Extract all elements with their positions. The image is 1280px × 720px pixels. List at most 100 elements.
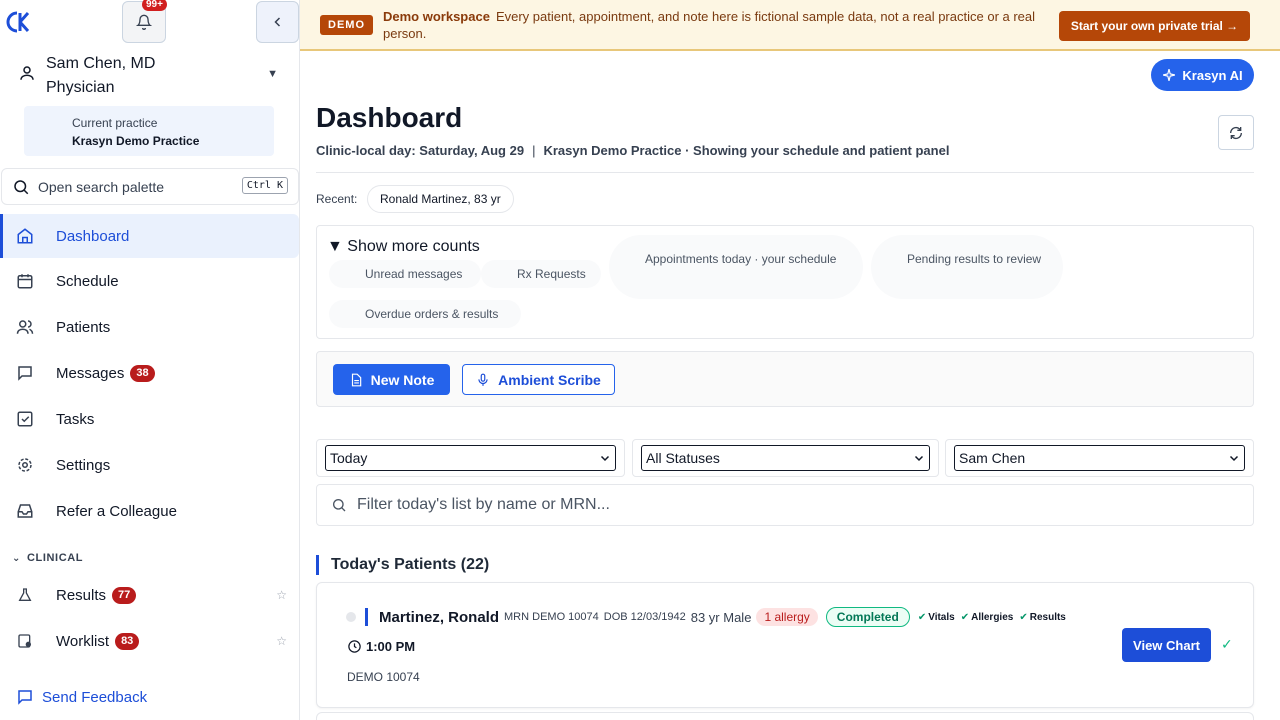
pending-results-count[interactable]: Pending results to review: [871, 235, 1063, 299]
users-icon: [16, 318, 34, 336]
check-label: Results: [1029, 611, 1066, 623]
collapse-sidebar-button[interactable]: [256, 1, 299, 43]
new-note-button[interactable]: New Note: [333, 364, 450, 395]
search-palette-button[interactable]: Open search palette Ctrl K: [1, 168, 299, 205]
vitals-check: ✔ Vitals: [918, 612, 955, 623]
filter-placeholder: Filter today's list by name or MRN...: [357, 496, 610, 513]
rx-requests-count[interactable]: Rx Requests: [481, 260, 601, 288]
krasyn-logo-icon[interactable]: [6, 10, 30, 34]
provider-filter: Sam Chen: [945, 439, 1254, 477]
page-title: Dashboard: [316, 102, 463, 133]
patient-demographics: 83 yr Male: [690, 609, 752, 625]
results-check: ✔ Results: [1019, 612, 1066, 623]
todays-patients-heading: Today's Patients (22): [316, 555, 489, 575]
nav-item-tasks[interactable]: Tasks: [0, 396, 299, 442]
document-icon: [351, 373, 361, 386]
check-icon: ✓: [1221, 636, 1233, 652]
status-filter: All Statuses: [632, 439, 939, 477]
nav-item-patients[interactable]: Patients: [0, 304, 299, 350]
nav-label: Dashboard: [56, 227, 130, 245]
status-badge: Completed: [825, 607, 910, 627]
chevron-left-icon: [273, 17, 280, 27]
status-select-value: All Statuses: [646, 450, 720, 466]
worklist-count-badge: 83: [115, 632, 140, 650]
patient-card[interactable]: Martinez, Ronald MRN DEMO 10074 DOB 12/0…: [316, 582, 1254, 708]
date-select-value: Today: [330, 450, 368, 466]
feedback-label: Send Feedback: [42, 688, 148, 706]
sparkle-icon: [1163, 69, 1176, 81]
chevron-down-icon: [914, 455, 924, 462]
star-icon[interactable]: ☆: [276, 588, 287, 602]
send-feedback-link[interactable]: Send Feedback: [16, 688, 147, 706]
user-icon: [20, 66, 34, 80]
status-select[interactable]: All Statuses: [641, 445, 930, 471]
inbox-icon: [16, 502, 34, 520]
notifications-button[interactable]: 99+: [122, 0, 167, 43]
main-nav: Dashboard Schedule Patients Messages 38 …: [0, 214, 299, 534]
check-label: Vitals: [928, 611, 955, 623]
demo-banner: DEMO Demo workspace Every patient, appoin…: [300, 0, 1280, 51]
check-icon: ✔: [917, 611, 927, 623]
nav-label: Results: [56, 586, 107, 604]
status-dot: [346, 612, 356, 622]
sidebar: 99+ Sam Chen, MD Physician ▼ Current pra…: [0, 0, 300, 720]
recent-label: Recent:: [316, 192, 358, 206]
allergy-badge[interactable]: 1 allergy: [756, 608, 818, 626]
start-trial-button[interactable]: Start your own private trial →: [1059, 11, 1250, 41]
nav-item-settings[interactable]: Settings: [0, 442, 299, 488]
krasyn-ai-button[interactable]: Krasyn AI: [1151, 59, 1254, 91]
nav-item-results[interactable]: Results 77 ☆: [0, 572, 299, 618]
refresh-button[interactable]: [1218, 115, 1254, 150]
ambient-scribe-button[interactable]: Ambient Scribe: [462, 364, 615, 395]
clinical-nav: Results 77 ☆ Worklist 83 ☆: [0, 572, 299, 664]
nav-item-worklist[interactable]: Worklist 83 ☆: [0, 618, 299, 664]
current-practice: Current practice Krasyn Demo Practice: [24, 106, 274, 156]
clock-icon: [348, 640, 361, 653]
appointments-today-count[interactable]: Appointments today · your schedule: [609, 235, 863, 299]
chevron-down-icon: [1229, 455, 1239, 462]
nav-label: Tasks: [56, 410, 95, 428]
provider-select[interactable]: Sam Chen: [954, 445, 1245, 471]
caret-down-icon: ▼: [267, 68, 278, 80]
clinic-day: Clinic-local day: Saturday, Aug 29: [316, 143, 525, 158]
patient-card[interactable]: [316, 712, 1254, 720]
calendar-icon: [16, 272, 34, 290]
nav-item-refer-colleague[interactable]: Refer a Colleague: [0, 488, 299, 534]
patient-filter-input[interactable]: Filter today's list by name or MRN...: [316, 484, 1254, 526]
patient-dob: DOB 12/03/1942: [603, 611, 686, 623]
recent-patient-chip[interactable]: Ronald Martinez, 83 yr: [367, 185, 514, 213]
subtitle-separator: |: [532, 143, 536, 158]
nav-item-dashboard[interactable]: Dashboard: [0, 214, 299, 258]
messages-count-badge: 38: [130, 364, 155, 382]
message-icon: [16, 364, 34, 382]
nav-label: Patients: [56, 318, 111, 336]
notification-count-badge: 99+: [142, 0, 167, 11]
patient-info-line: Martinez, Ronald MRN DEMO 10074 DOB 12/0…: [379, 607, 1072, 627]
patient-mrn: MRN DEMO 10074: [504, 611, 599, 623]
user-role: Physician: [46, 79, 115, 96]
overdue-orders-count[interactable]: Overdue orders & results: [329, 300, 521, 328]
unread-messages-count[interactable]: Unread messages: [329, 260, 481, 288]
shortcut-hint: Ctrl K: [241, 177, 288, 194]
star-icon[interactable]: ☆: [276, 634, 287, 648]
nav-item-schedule[interactable]: Schedule: [0, 258, 299, 304]
section-label: CLINICAL: [26, 552, 84, 564]
nav-item-messages[interactable]: Messages 38: [0, 350, 299, 396]
search-icon: [333, 499, 346, 512]
view-chart-button[interactable]: View Chart: [1122, 628, 1211, 662]
practice-summary: Krasyn Demo Practice · Showing your sche…: [543, 143, 950, 158]
user-menu[interactable]: Sam Chen, MD Physician ▼: [18, 52, 288, 100]
practice-label: Current practice: [72, 116, 158, 130]
time-value: 1:00 PM: [366, 639, 416, 654]
bell-icon: [136, 14, 152, 30]
clinical-section-header[interactable]: ⌄ CLINICAL: [12, 552, 83, 564]
search-icon: [14, 179, 29, 194]
chevron-down-icon: ⌄: [12, 552, 21, 564]
nav-label: Messages: [56, 364, 125, 382]
patient-name[interactable]: Martinez, Ronald: [379, 609, 499, 626]
results-count-badge: 77: [112, 586, 137, 604]
show-more-counts-toggle[interactable]: ▼ Show more counts: [327, 238, 480, 256]
home-icon: [16, 227, 34, 245]
date-select[interactable]: Today: [325, 445, 616, 471]
feedback-icon: [18, 690, 32, 705]
